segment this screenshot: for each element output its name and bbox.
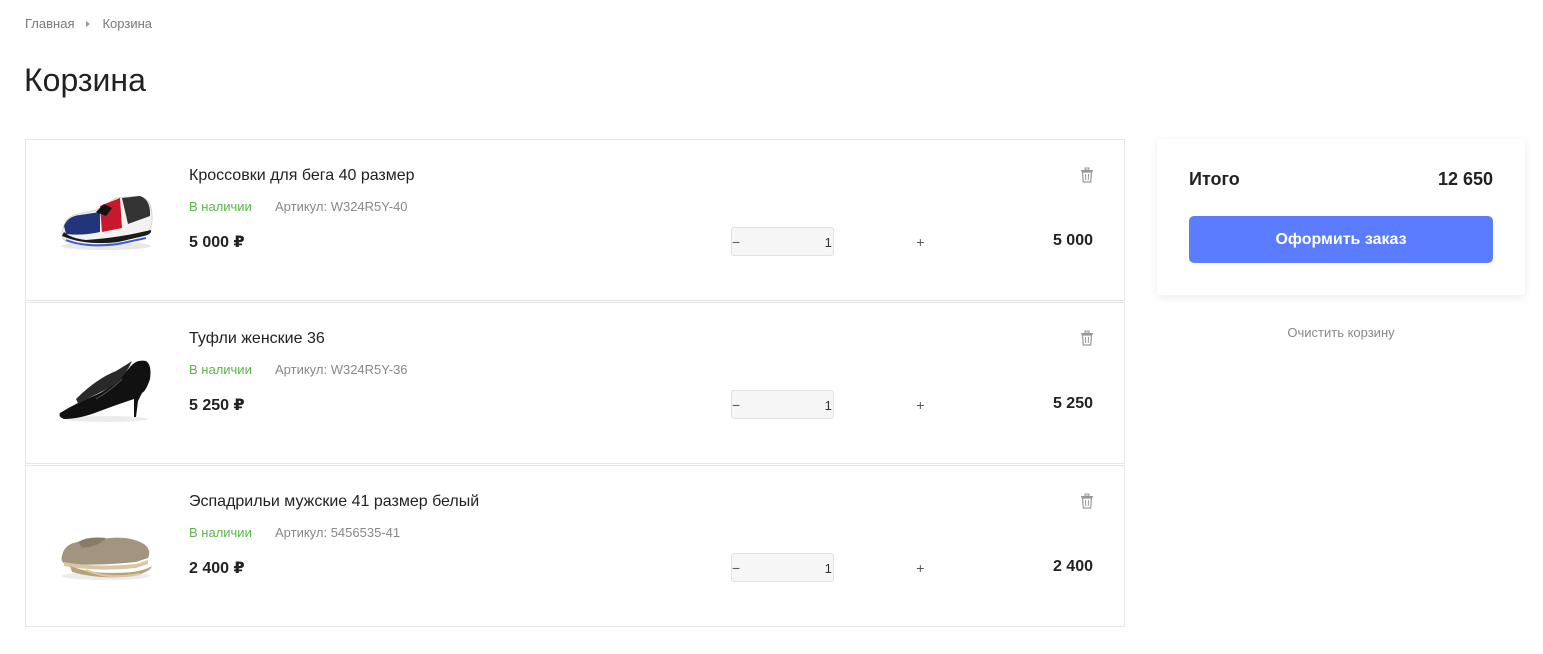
trash-icon[interactable] xyxy=(1080,167,1094,183)
breadcrumb-current: Корзина xyxy=(102,16,153,31)
quantity-stepper: − + xyxy=(731,390,924,419)
item-price: 5 000 ₽ xyxy=(189,234,245,251)
cart-item-list: Кроссовки для бега 40 размер В наличии А… xyxy=(25,139,1125,628)
cart-item: Туфли женские 36 В наличии Артикул: W324… xyxy=(25,302,1125,464)
item-name[interactable]: Эспадрильи мужские 41 размер белый xyxy=(189,493,479,511)
decrease-quantity-button[interactable]: − xyxy=(732,554,740,581)
decrease-quantity-button[interactable]: − xyxy=(732,391,740,418)
item-total: 5 250 xyxy=(1052,395,1093,412)
breadcrumb-separator-icon xyxy=(86,20,91,27)
stock-status: В наличии xyxy=(189,525,252,540)
increase-quantity-button[interactable]: + xyxy=(916,391,924,418)
summary-total-amount: 12 650 xyxy=(1437,169,1493,189)
increase-quantity-button[interactable]: + xyxy=(916,554,924,581)
summary-total-label: Итого xyxy=(1189,169,1240,189)
stock-status: В наличии xyxy=(189,199,252,214)
cart-item: Кроссовки для бега 40 размер В наличии А… xyxy=(25,139,1125,301)
quantity-input[interactable] xyxy=(740,392,917,419)
quantity-input[interactable] xyxy=(740,555,917,582)
breadcrumb: Главная Корзина xyxy=(25,16,152,31)
item-sku: Артикул: W324R5Y-40 xyxy=(275,199,408,214)
quantity-stepper: − + xyxy=(731,227,924,256)
breadcrumb-home-link[interactable]: Главная xyxy=(25,16,74,31)
running-sneaker-icon[interactable] xyxy=(56,176,156,266)
item-price: 5 250 ₽ xyxy=(189,397,245,414)
checkout-button[interactable]: Оформить заказ xyxy=(1189,216,1493,263)
page-title: Корзина xyxy=(24,62,146,98)
item-sku: Артикул: W324R5Y-36 xyxy=(275,362,408,377)
cart-item: Эспадрильи мужские 41 размер белый В нал… xyxy=(25,465,1125,627)
high-heel-shoe-icon[interactable] xyxy=(56,339,156,429)
trash-icon[interactable] xyxy=(1080,330,1094,346)
item-name[interactable]: Туфли женские 36 xyxy=(189,330,325,348)
item-total: 2 400 xyxy=(1052,558,1093,575)
quantity-stepper: − + xyxy=(731,553,924,582)
trash-icon[interactable] xyxy=(1080,493,1094,509)
stock-status: В наличии xyxy=(189,362,252,377)
item-total: 5 000 xyxy=(1052,232,1093,249)
item-price: 2 400 ₽ xyxy=(189,560,245,577)
item-name[interactable]: Кроссовки для бега 40 размер xyxy=(189,167,415,185)
item-sku: Артикул: 5456535-41 xyxy=(275,525,401,540)
espadrille-shoe-icon[interactable] xyxy=(56,502,156,592)
increase-quantity-button[interactable]: + xyxy=(916,228,924,255)
quantity-input[interactable] xyxy=(740,229,917,256)
decrease-quantity-button[interactable]: − xyxy=(732,228,740,255)
order-summary: Итого 12 650 Оформить заказ xyxy=(1157,139,1525,295)
clear-cart-link[interactable]: Очистить корзину xyxy=(1157,325,1525,340)
